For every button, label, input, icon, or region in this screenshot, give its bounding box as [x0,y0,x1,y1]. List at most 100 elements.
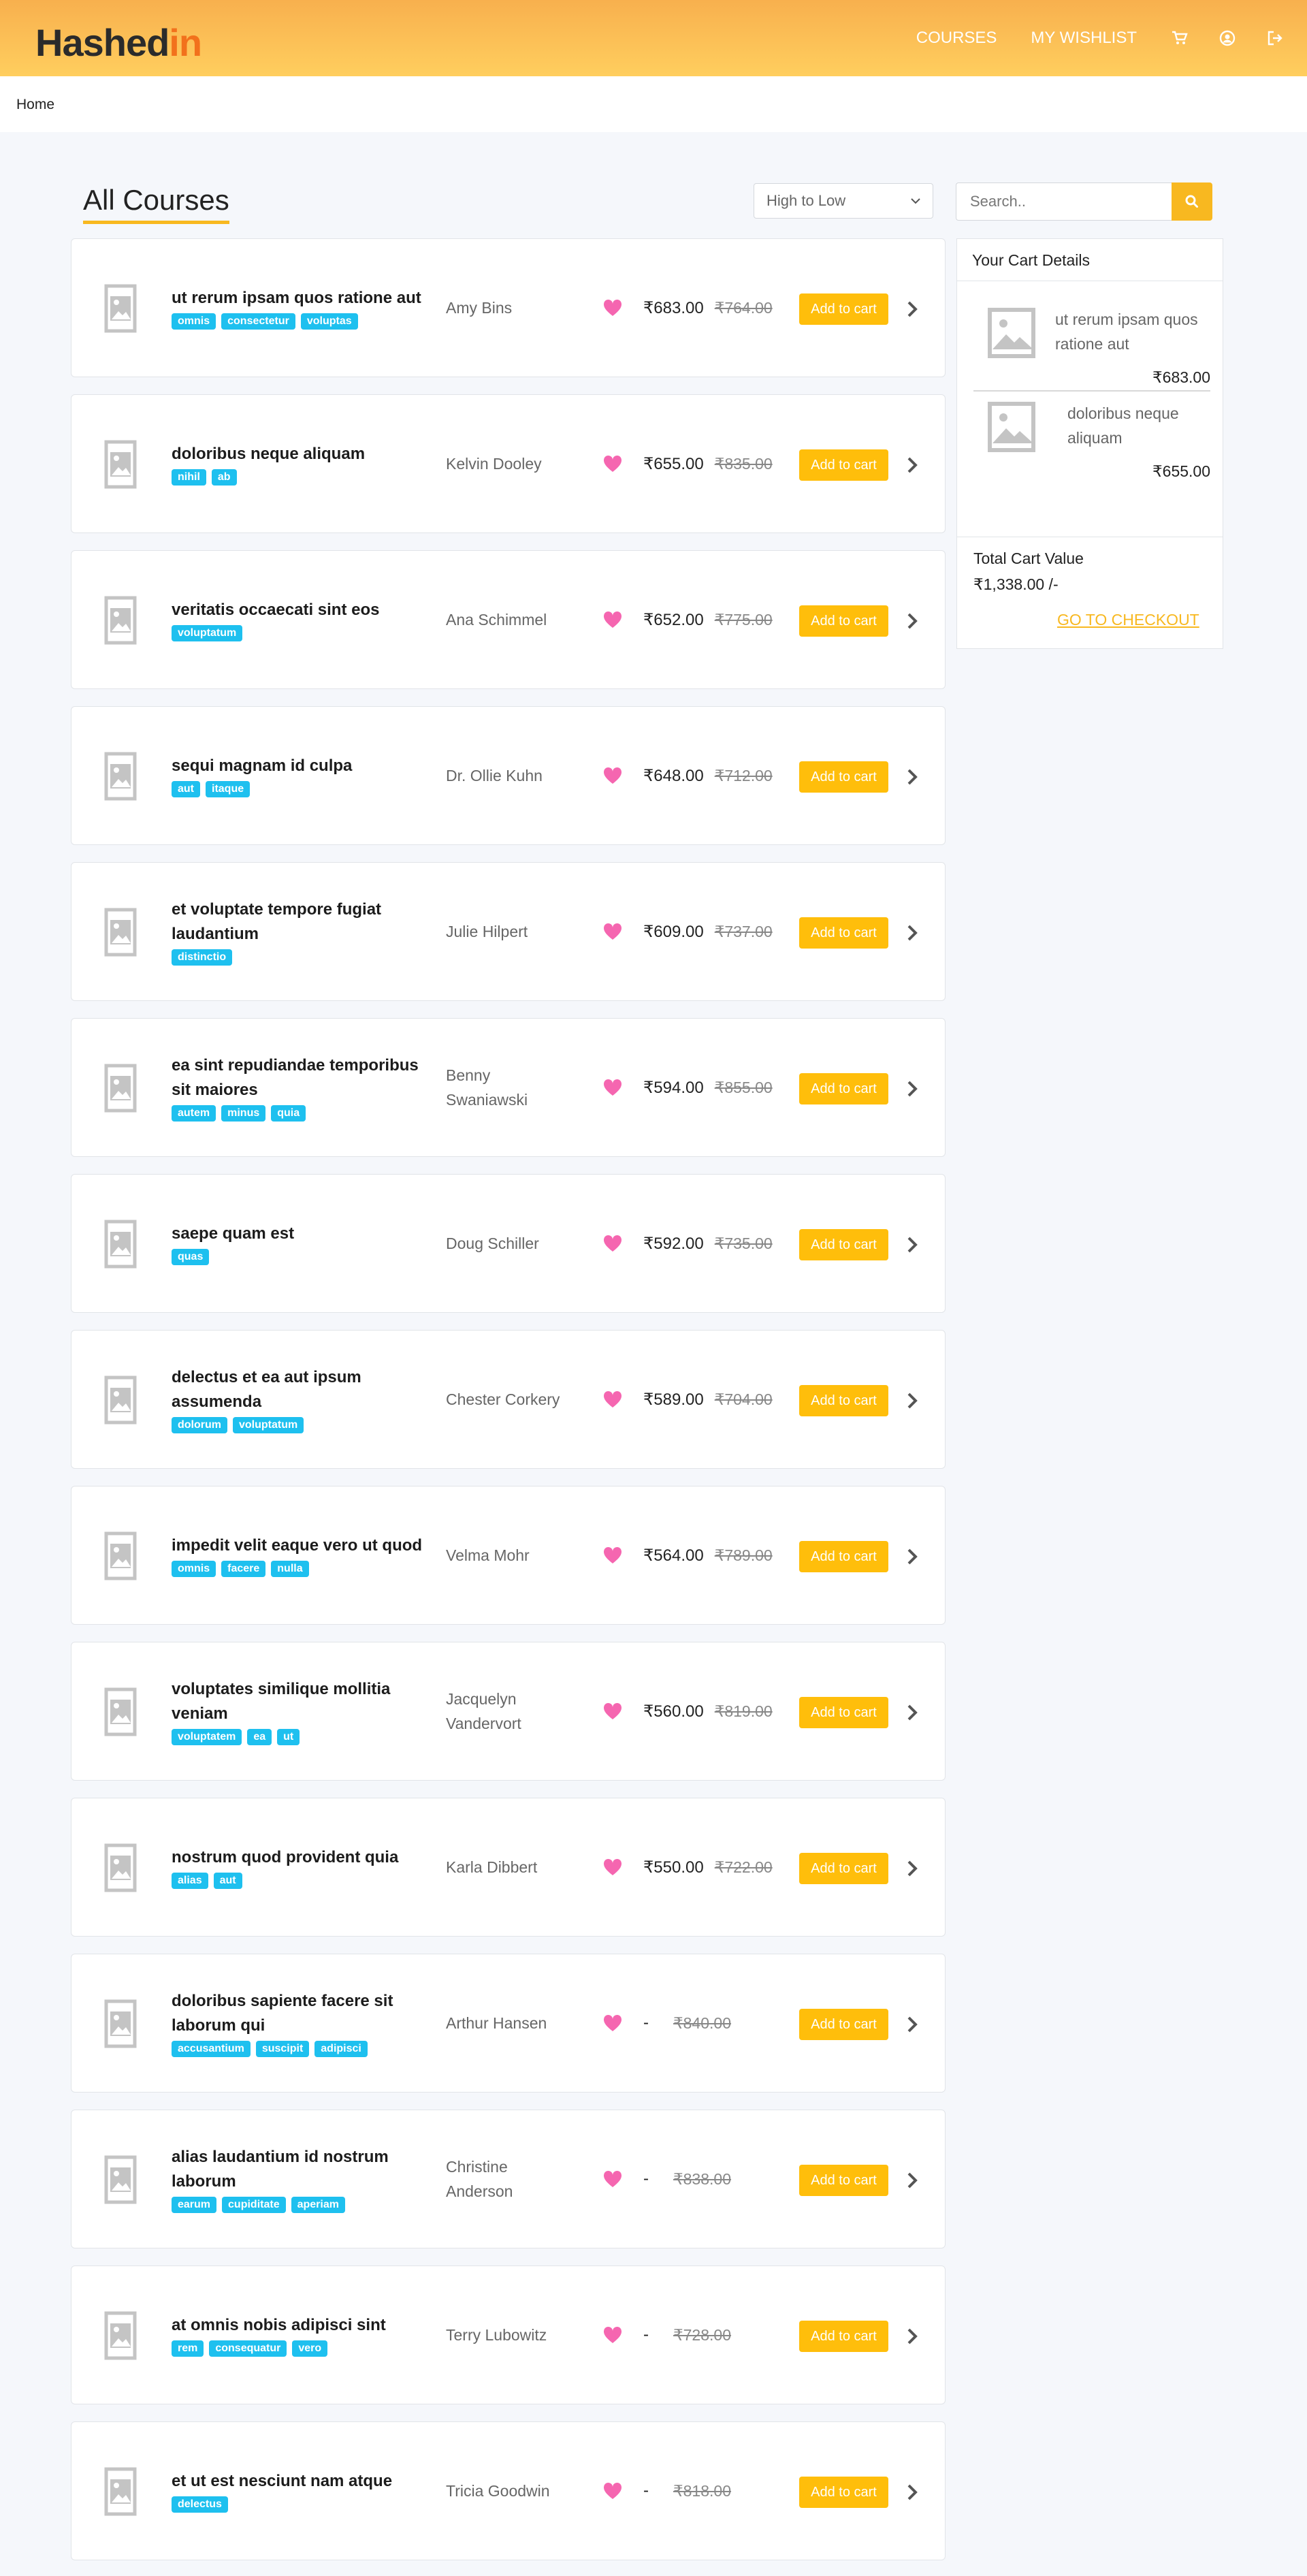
heart-icon[interactable] [603,1858,622,1876]
add-to-cart-button[interactable]: Add to cart [799,1385,888,1416]
add-to-cart-button[interactable]: Add to cart [799,1697,888,1728]
cart-icon[interactable] [1171,29,1189,47]
course-title[interactable]: voluptates similique mollitia veniam [172,1677,423,1726]
course-card[interactable]: saepe quam est quas Doug Schiller ₹592.0… [71,1174,946,1313]
heart-icon[interactable] [603,1702,622,1720]
course-card[interactable]: et voluptate tempore fugiat laudantium d… [71,862,946,1001]
tag-badge: suscipit [255,2041,310,2057]
heart-icon[interactable] [603,1235,622,1252]
add-to-cart-button[interactable]: Add to cart [799,2165,888,2196]
course-title[interactable]: nostrum quod provident quia [172,1845,423,1870]
course-title[interactable]: at omnis nobis adipisci sint [172,2313,423,2338]
add-to-cart-button[interactable]: Add to cart [799,1073,888,1104]
add-to-cart-button[interactable]: Add to cart [799,917,888,949]
search-box [956,182,1212,221]
heart-icon[interactable] [603,611,622,629]
chevron-right-icon[interactable] [906,300,918,319]
chevron-right-icon[interactable] [906,923,918,942]
course-title[interactable]: doloribus neque aliquam [172,442,423,466]
heart-icon[interactable] [603,2014,622,2032]
course-info: ea sint repudiandae temporibus sit maior… [172,1019,423,1156]
chevron-right-icon[interactable] [906,2015,918,2034]
chevron-right-icon[interactable] [906,1547,918,1566]
heart-icon[interactable] [603,2482,622,2500]
heart-icon[interactable] [603,455,622,473]
user-icon[interactable] [1219,29,1236,47]
course-original-price: ₹855.00 [714,1078,773,1096]
heart-icon[interactable] [603,1079,622,1096]
tag-badge: facere [221,1561,266,1577]
course-card[interactable]: nostrum quod provident quia alias aut Kar… [71,1798,946,1937]
image-placeholder-icon [104,1376,137,1425]
course-title[interactable]: ut rerum ipsam quos ratione aut [172,286,423,311]
chevron-right-icon[interactable] [906,456,918,475]
course-tags: rem consequatur vero [172,2340,423,2357]
course-title[interactable]: delectus et ea aut ipsum assumenda [172,1365,423,1414]
heart-icon[interactable] [603,2170,622,2188]
course-card[interactable]: doloribus neque aliquam nihil ab Kelvin D… [71,394,946,533]
chevron-right-icon[interactable] [906,1859,918,1878]
course-title[interactable]: ea sint repudiandae temporibus sit maior… [172,1053,423,1102]
course-card[interactable]: delectus et ea aut ipsum assumenda dolor… [71,1330,946,1469]
breadcrumb-home[interactable]: Home [16,97,54,113]
course-author: Amy Bins [446,299,513,317]
heart-icon[interactable] [603,299,622,317]
add-to-cart-button[interactable]: Add to cart [799,2477,888,2508]
add-to-cart-button[interactable]: Add to cart [799,1229,888,1260]
search-input[interactable] [956,182,1172,221]
course-card[interactable]: doloribus sapiente facere sit laborum qu… [71,1954,946,2093]
heart-icon[interactable] [603,1546,622,1564]
course-info: alias laudantium id nostrum laborum earu… [172,2110,423,2248]
chevron-right-icon[interactable] [906,611,918,631]
chevron-right-icon[interactable] [906,2171,918,2190]
heart-icon[interactable] [603,767,622,784]
course-title[interactable]: sequi magnam id culpa [172,754,423,778]
chevron-right-icon[interactable] [906,2483,918,2502]
chevron-right-icon[interactable] [906,1079,918,1098]
image-placeholder-icon [988,402,1035,452]
course-title[interactable]: doloribus sapiente facere sit laborum qu… [172,1989,423,2038]
add-to-cart-button[interactable]: Add to cart [799,1853,888,1884]
add-to-cart-button[interactable]: Add to cart [799,449,888,481]
course-card[interactable]: alias laudantium id nostrum laborum earu… [71,2110,946,2248]
course-title[interactable]: alias laudantium id nostrum laborum [172,2145,423,2194]
course-author: Tricia Goodwin [446,2482,550,2500]
course-card[interactable]: impedit velit eaque vero ut quod omnis fa… [71,1486,946,1625]
checkout-link[interactable]: GO TO CHECKOUT [1057,611,1199,629]
tag-badge: omnis [172,313,216,330]
course-card[interactable]: ea sint repudiandae temporibus sit maior… [71,1018,946,1157]
course-title[interactable]: impedit velit eaque vero ut quod [172,1533,423,1558]
course-card[interactable]: voluptates similique mollitia veniam vol… [71,1642,946,1781]
heart-icon[interactable] [603,1390,622,1408]
course-original-price: ₹840.00 [673,2014,731,2032]
course-card[interactable]: sequi magnam id culpa aut itaque Dr. Olli… [71,706,946,845]
nav-courses-link[interactable]: COURSES [916,29,997,48]
course-title[interactable]: veritatis occaecati sint eos [172,598,423,622]
chevron-right-icon[interactable] [906,2327,918,2346]
sort-select[interactable]: High to Low [754,183,933,219]
chevron-right-icon[interactable] [906,767,918,786]
course-title[interactable]: et voluptate tempore fugiat laudantium [172,897,423,947]
nav-wishlist-link[interactable]: MY WISHLIST [1031,29,1137,48]
add-to-cart-button[interactable]: Add to cart [799,293,888,325]
add-to-cart-button[interactable]: Add to cart [799,2321,888,2352]
course-card[interactable]: et ut est nesciunt nam atque delectus Tr… [71,2421,946,2560]
course-title[interactable]: saepe quam est [172,1222,423,1246]
add-to-cart-button[interactable]: Add to cart [799,605,888,637]
chevron-right-icon[interactable] [906,1703,918,1722]
course-card[interactable]: ut rerum ipsam quos ratione aut omnis con… [71,238,946,377]
chevron-right-icon[interactable] [906,1391,918,1410]
course-title[interactable]: et ut est nesciunt nam atque [172,2469,423,2494]
add-to-cart-button[interactable]: Add to cart [799,2009,888,2040]
cart-item-price: ₹683.00 [1152,368,1210,386]
heart-icon[interactable] [603,923,622,940]
course-card[interactable]: at omnis nobis adipisci sint rem consequa… [71,2265,946,2404]
logout-icon[interactable] [1266,29,1284,47]
course-card[interactable]: veritatis occaecati sint eos voluptatum … [71,550,946,689]
heart-icon[interactable] [603,2326,622,2344]
chevron-right-icon[interactable] [906,1235,918,1254]
brand-logo[interactable]: Hashedin [35,20,202,65]
search-button[interactable] [1172,182,1212,221]
add-to-cart-button[interactable]: Add to cart [799,761,888,793]
add-to-cart-button[interactable]: Add to cart [799,1541,888,1572]
